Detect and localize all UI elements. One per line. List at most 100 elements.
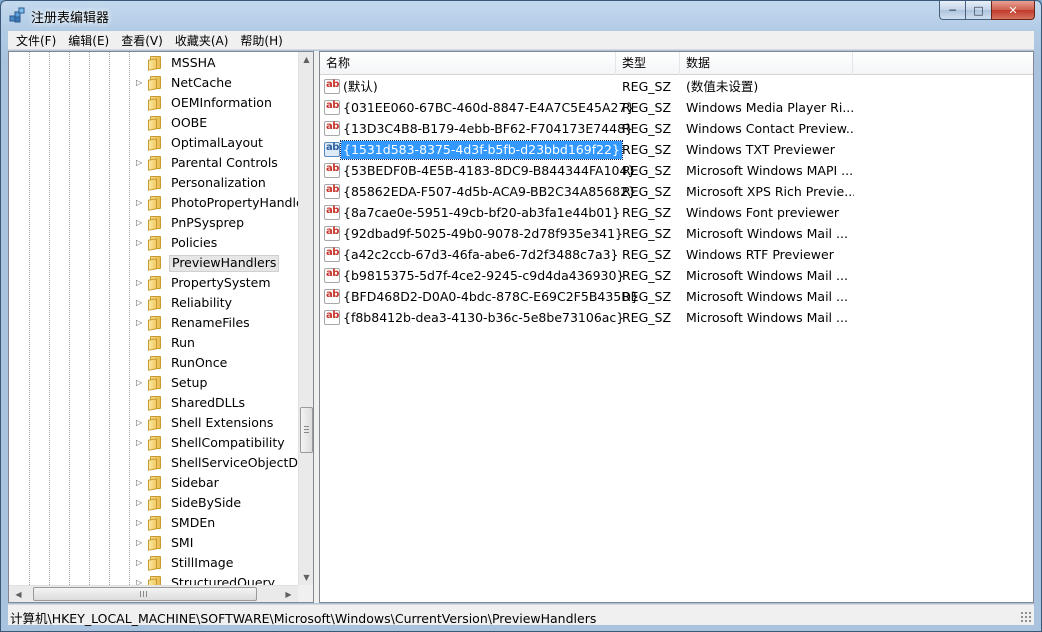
column-header-name[interactable]: 名称	[320, 52, 616, 75]
tree-item[interactable]: Run	[9, 333, 298, 353]
value-name: {f8b8412b-dea3-4130-b36c-5e8be73106ac}	[343, 310, 625, 325]
scroll-down-arrow[interactable]: ▼	[299, 570, 313, 585]
title-bar[interactable]: 注册表编辑器 ─ □ ✕	[1, 1, 1041, 31]
scroll-left-arrow[interactable]: ◀	[11, 587, 26, 602]
tree-item[interactable]: OEMInformation	[9, 93, 298, 113]
value-row[interactable]: ab {85862EDA-F507-4d5b-ACA9-BB2C34A85682}…	[320, 181, 1033, 202]
menu-file[interactable]: 文件(F)	[10, 32, 62, 49]
value-row[interactable]: ab {92dbad9f-5025-49b0-9078-2d78f935e341}…	[320, 223, 1033, 244]
expand-arrow-icon[interactable]: ▷	[136, 558, 144, 568]
folder-icon	[148, 536, 164, 551]
menu-favorites[interactable]: 收藏夹(A)	[169, 32, 235, 49]
expand-arrow-icon[interactable]: ▷	[136, 538, 144, 548]
tree-horizontal-scrollbar[interactable]: ◀ ▶	[9, 585, 298, 602]
tree-item[interactable]: PreviewHandlers	[9, 253, 298, 273]
tree-vertical-scrollbar[interactable]: ▲ ▼	[298, 52, 313, 585]
tree-item[interactable]: ▷ Setup	[9, 373, 298, 393]
tree-item[interactable]: MSSHA	[9, 53, 298, 73]
folder-front	[148, 98, 157, 111]
folder-front	[148, 318, 157, 331]
folder-front	[148, 578, 157, 585]
folder-front	[148, 278, 157, 291]
folder-front	[148, 238, 157, 251]
expand-arrow-icon[interactable]: ▷	[136, 158, 144, 168]
expand-arrow-icon[interactable]: ▷	[136, 298, 144, 308]
thumb-grip-line	[143, 591, 144, 597]
tree-item[interactable]: ▷ PnPSysprep	[9, 213, 298, 233]
tree-item[interactable]: ▷ Reliability	[9, 293, 298, 313]
column-header-type[interactable]: 类型	[616, 52, 680, 75]
value-row[interactable]: ab (默认) REG_SZ (数值未设置)	[320, 76, 1033, 97]
horizontal-scroll-thumb[interactable]	[33, 587, 257, 601]
tree-item[interactable]: ▷ ShellCompatibility	[9, 433, 298, 453]
tree-item[interactable]: ▷ SMDEn	[9, 513, 298, 533]
value-row[interactable]: ab {8a7cae0e-5951-49cb-bf20-ab3fa1e44b01}…	[320, 202, 1033, 223]
tree-item[interactable]: ▷ NetCache	[9, 73, 298, 93]
expand-arrow-icon[interactable]: ▷	[136, 318, 144, 328]
value-row[interactable]: ab {BFD468D2-D0A0-4bdc-878C-E69C2F5B435D}…	[320, 286, 1033, 307]
tree-item[interactable]: OOBE	[9, 113, 298, 133]
expand-arrow-icon[interactable]: ▷	[136, 518, 144, 528]
tree-item-label: Sidebar	[171, 475, 219, 490]
string-value-icon-text: ab	[326, 142, 339, 153]
scrollbar-corner	[298, 585, 313, 602]
string-value-icon: ab	[324, 142, 340, 157]
tree-item[interactable]: ▷ PhotoPropertyHandler	[9, 193, 298, 213]
column-header-data[interactable]: 数据	[680, 52, 853, 75]
tree-item[interactable]: ▷ StructuredQuery	[9, 573, 298, 585]
folder-front	[148, 298, 157, 311]
close-button[interactable]: ✕	[991, 1, 1035, 20]
expand-arrow-icon[interactable]: ▷	[136, 278, 144, 288]
tree-item[interactable]: ▷ Sidebar	[9, 473, 298, 493]
tree-item[interactable]: ▷ PropertySystem	[9, 273, 298, 293]
expand-arrow-icon[interactable]: ▷	[136, 438, 144, 448]
expand-arrow-icon[interactable]: ▷	[136, 218, 144, 228]
vertical-scroll-thumb[interactable]	[300, 407, 313, 453]
scroll-right-arrow[interactable]: ▶	[281, 587, 296, 602]
tree-item[interactable]: ▷ Parental Controls	[9, 153, 298, 173]
value-row[interactable]: ab {1531d583-8375-4d3f-b5fb-d23bbd169f22}…	[320, 139, 1033, 160]
expand-arrow-icon[interactable]: ▷	[136, 198, 144, 208]
string-value-icon-text: ab	[326, 205, 339, 216]
value-row[interactable]: ab {f8b8412b-dea3-4130-b36c-5e8be73106ac}…	[320, 307, 1033, 328]
tree-item[interactable]: OptimalLayout	[9, 133, 298, 153]
expand-arrow-icon[interactable]: ▷	[136, 478, 144, 488]
tree-item[interactable]: Personalization	[9, 173, 298, 193]
value-name: {031EE060-67BC-460d-8847-E4A7C5E45A27}	[343, 100, 635, 115]
tree-item[interactable]: SharedDLLs	[9, 393, 298, 413]
expand-arrow-icon[interactable]: ▷	[136, 418, 144, 428]
value-type: REG_SZ	[622, 142, 672, 157]
tree-item[interactable]: ▷ StillImage	[9, 553, 298, 573]
resize-grip-icon[interactable]	[1020, 611, 1032, 623]
value-row[interactable]: ab {a42c2ccb-67d3-46fa-abe6-7d2f3488c7a3}…	[320, 244, 1033, 265]
scroll-up-arrow[interactable]: ▲	[299, 52, 313, 67]
string-value-icon-text: ab	[326, 121, 339, 132]
tree-item[interactable]: RunOnce	[9, 353, 298, 373]
status-bar: 计算机\HKEY_LOCAL_MACHINE\SOFTWARE\Microsof…	[8, 604, 1034, 626]
tree-item[interactable]: ▷ SideBySide	[9, 493, 298, 513]
folder-front	[148, 538, 157, 551]
menu-edit[interactable]: 编辑(E)	[62, 32, 115, 49]
string-value-icon: ab	[324, 163, 340, 178]
maximize-button[interactable]: □	[965, 1, 991, 20]
folder-icon	[148, 336, 164, 351]
tree-item[interactable]: ▷ SMI	[9, 533, 298, 553]
expand-arrow-icon[interactable]: ▷	[136, 378, 144, 388]
menu-view[interactable]: 查看(V)	[115, 32, 169, 49]
value-row[interactable]: ab {b9815375-5d7f-4ce2-9245-c9d4da436930}…	[320, 265, 1033, 286]
expand-arrow-icon[interactable]: ▷	[136, 498, 144, 508]
minimize-button[interactable]: ─	[939, 1, 965, 20]
value-data: Microsoft Windows MAPI ...	[686, 163, 854, 178]
tree-item[interactable]: ▷ Shell Extensions	[9, 413, 298, 433]
value-row[interactable]: ab {53BEDF0B-4E5B-4183-8DC9-B844344FA104}…	[320, 160, 1033, 181]
menu-help[interactable]: 帮助(H)	[234, 32, 288, 49]
expand-arrow-icon[interactable]: ▷	[136, 578, 144, 585]
value-row[interactable]: ab {13D3C4B8-B179-4ebb-BF62-F704173E7448}…	[320, 118, 1033, 139]
expand-arrow-icon[interactable]: ▷	[136, 78, 144, 88]
tree-item[interactable]: ▷ Policies	[9, 233, 298, 253]
value-row[interactable]: ab {031EE060-67BC-460d-8847-E4A7C5E45A27}…	[320, 97, 1033, 118]
tree-item[interactable]: ShellServiceObjectDelayLoad	[9, 453, 298, 473]
folder-icon	[148, 496, 164, 511]
expand-arrow-icon[interactable]: ▷	[136, 238, 144, 248]
tree-item[interactable]: ▷ RenameFiles	[9, 313, 298, 333]
